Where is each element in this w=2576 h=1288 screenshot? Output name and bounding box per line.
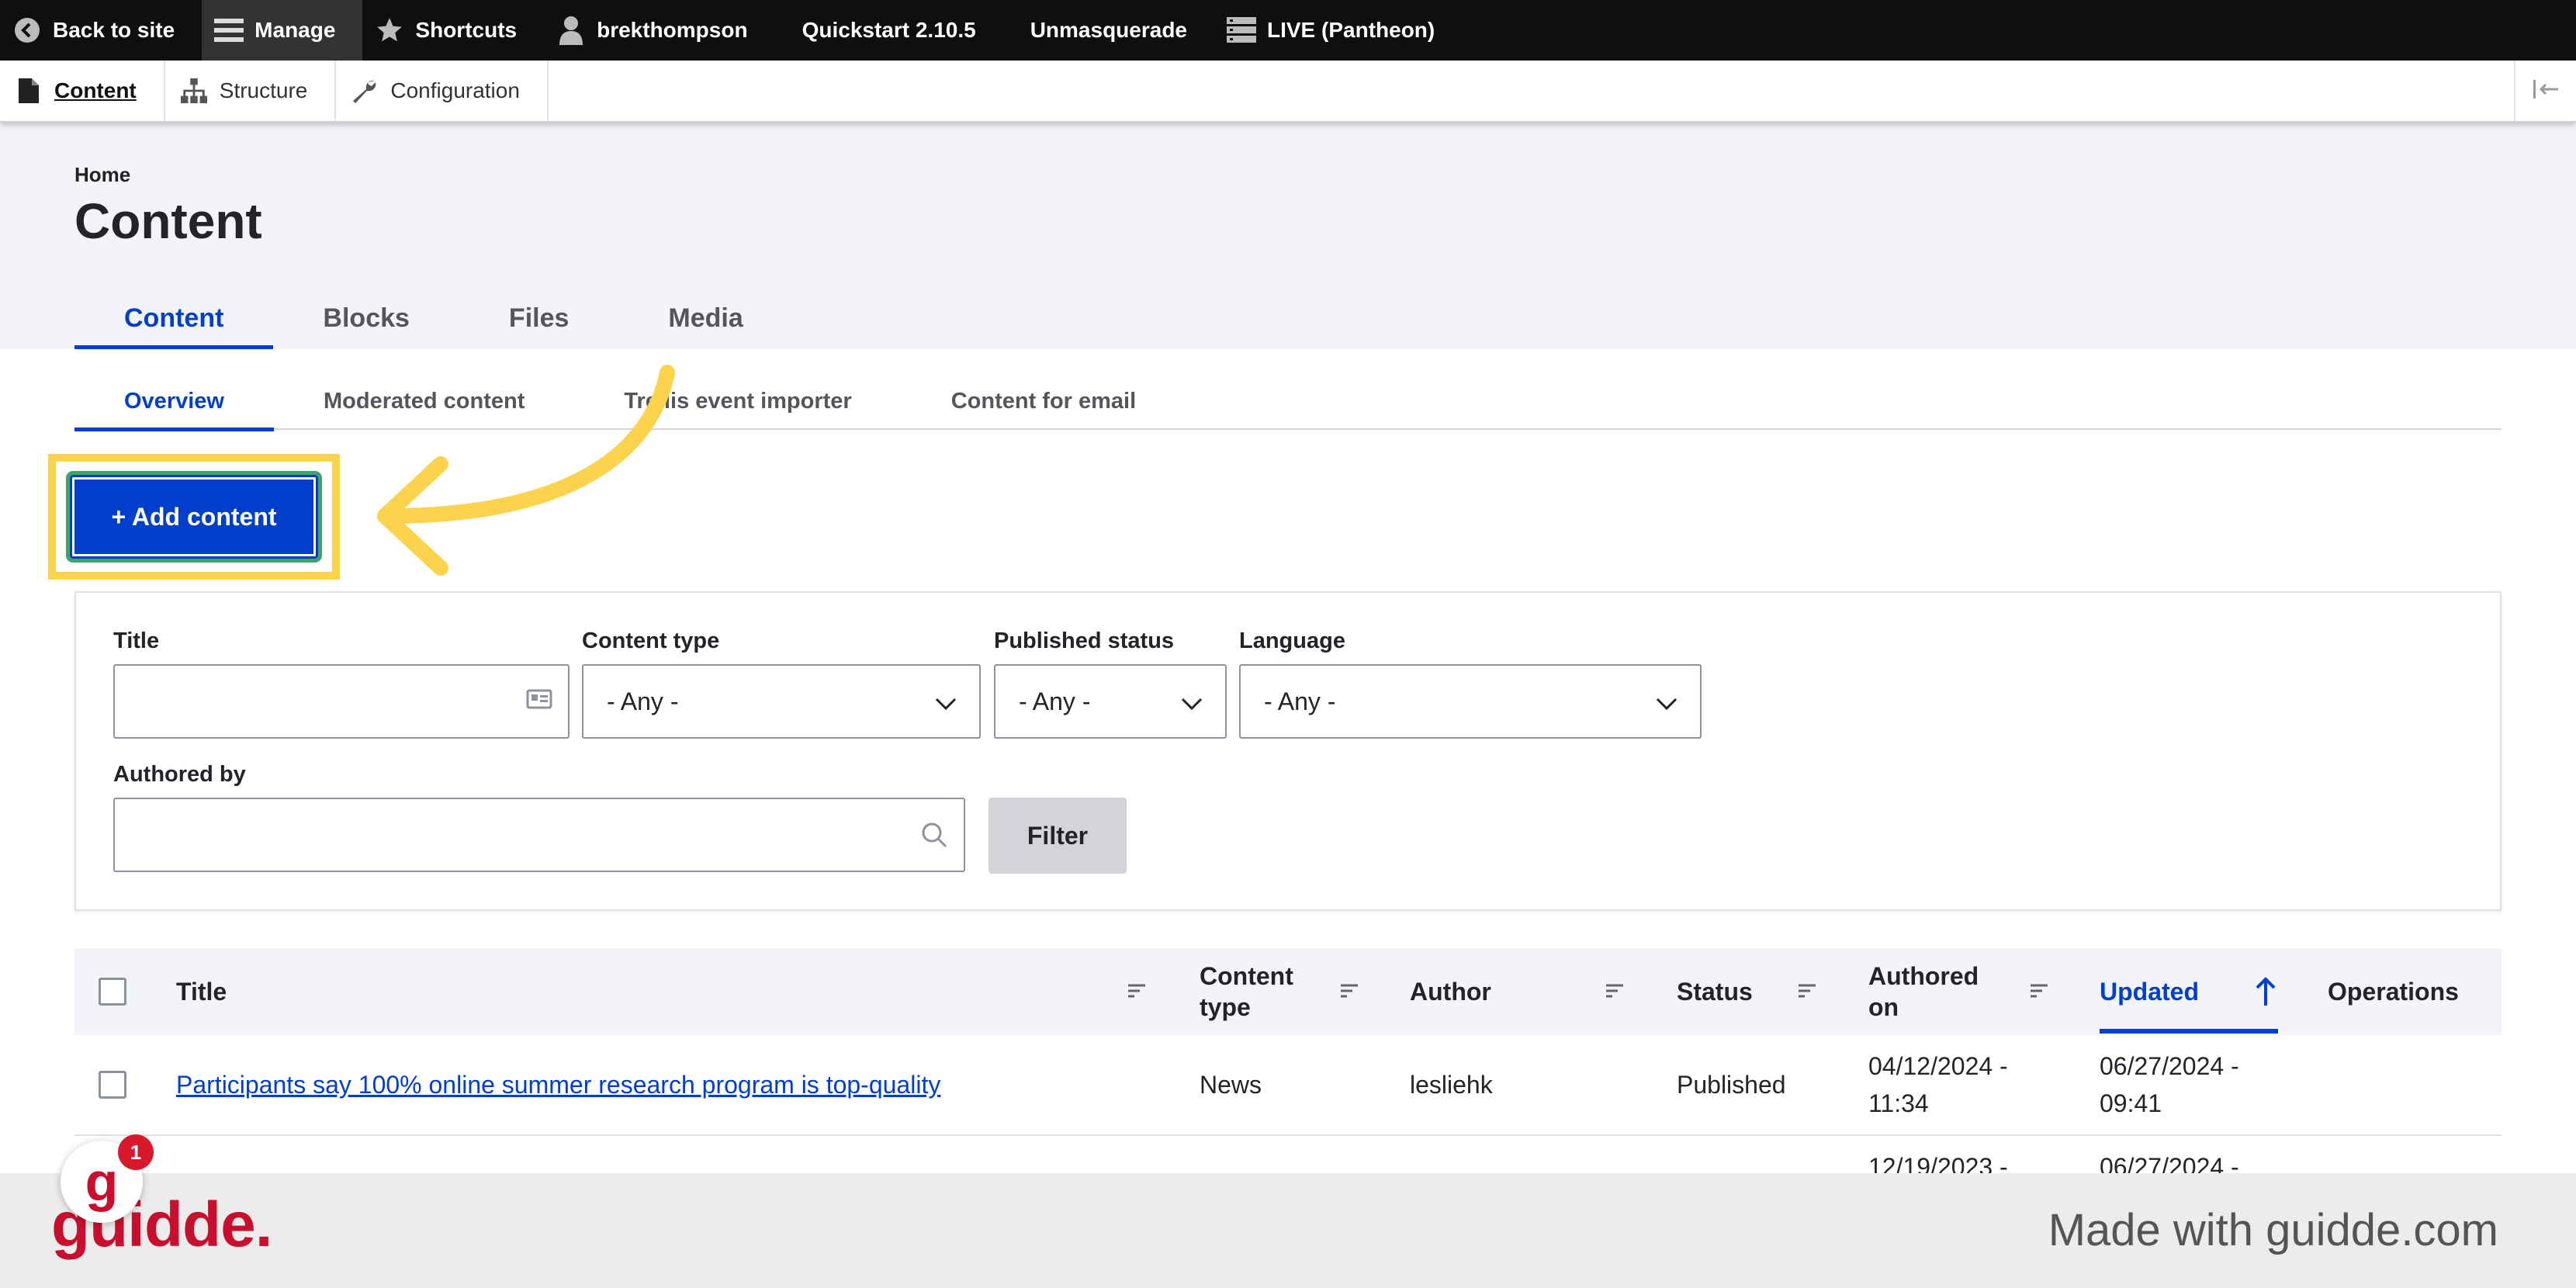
sort-icon[interactable] (1605, 982, 1625, 999)
row-authored-on-cell: 04/12/2024 - 11:34 (1868, 1047, 2008, 1122)
published-status-filter-label: Published status (994, 628, 1175, 653)
row-updated-date: 06/27/2024 - (2100, 1052, 2239, 1080)
tray-item-configuration[interactable]: Configuration (336, 61, 549, 121)
page-title: Content (74, 193, 262, 249)
add-content-button[interactable]: + Add content (66, 471, 322, 563)
authored-by-input[interactable] (113, 798, 965, 872)
user-label: brekthompson (597, 18, 748, 42)
active-sort-indicator (2100, 1029, 2278, 1034)
back-to-site-label: Back to site (53, 18, 175, 42)
tray-structure-label: Structure (219, 78, 308, 102)
quickstart-tab[interactable]: Quickstart 2.10.5 (775, 0, 1003, 61)
admin-toolbar: Back to site Manage Shortcuts brekthomps… (0, 0, 2576, 61)
tab-blocks[interactable]: Blocks (273, 287, 459, 349)
back-to-site-link[interactable]: Back to site (0, 0, 202, 61)
sitemap-icon (180, 78, 207, 104)
quickstart-label: Quickstart 2.10.5 (802, 18, 976, 42)
row-title-cell: Participants say 100% online summer rese… (176, 1066, 940, 1103)
document-icon (16, 78, 42, 104)
content-type-value: - Any - (607, 687, 679, 715)
star-icon (375, 16, 404, 45)
row-updated-time: 09:41 (2100, 1089, 2162, 1117)
column-authored-on-line1: Authored (1868, 962, 1979, 990)
tray-configuration-label: Configuration (390, 78, 520, 102)
collapse-icon (2532, 78, 2560, 104)
tab-files[interactable]: Files (459, 287, 618, 349)
tray-content-label: Content (54, 78, 137, 102)
tray-item-structure[interactable]: Structure (165, 61, 337, 121)
user-icon (556, 16, 586, 45)
title-filter-label: Title (113, 628, 160, 653)
back-arrow-icon (12, 16, 42, 45)
row-authored-time: 11:34 (1868, 1089, 1929, 1117)
content-type-select[interactable]: - Any - (582, 664, 981, 739)
search-icon (920, 821, 948, 855)
guidde-g-icon: g (85, 1151, 119, 1212)
breadcrumb[interactable]: Home (74, 163, 130, 187)
tab-content[interactable]: Content (74, 287, 274, 349)
sort-icon[interactable] (1797, 982, 1817, 999)
server-icon (1227, 16, 1256, 45)
tab-overview[interactable]: Overview (74, 372, 274, 431)
tray-item-content[interactable]: Content (0, 61, 165, 121)
filter-button[interactable]: Filter (989, 798, 1127, 874)
unmasquerade-label: Unmasquerade (1030, 18, 1187, 42)
language-value: - Any - (1264, 687, 1336, 715)
row-content-type-cell: News (1200, 1071, 1262, 1099)
authored-by-filter-label: Authored by (113, 762, 246, 787)
hamburger-icon (214, 16, 244, 45)
chevron-down-icon (1655, 689, 1678, 718)
tab-content-for-email[interactable]: Content for email (902, 372, 1186, 430)
title-filter-input[interactable] (113, 664, 570, 739)
row-authored-date: 04/12/2024 - (1868, 1052, 2008, 1080)
column-content-type-line2: type (1200, 993, 1251, 1021)
column-content-type-header[interactable]: Content type (1200, 961, 1293, 1023)
unmasquerade-link[interactable]: Unmasquerade (1003, 0, 1214, 61)
published-status-value: - Any - (1019, 687, 1091, 715)
manage-tab[interactable]: Manage (202, 0, 363, 61)
column-status-header[interactable]: Status (1677, 976, 1753, 1007)
sort-icon[interactable] (1339, 982, 1359, 999)
language-filter-label: Language (1239, 628, 1345, 653)
select-all-checkbox[interactable] (99, 978, 126, 1006)
sort-icon[interactable] (2029, 982, 2049, 999)
column-author-header[interactable]: Author (1410, 976, 1491, 1007)
notification-badge: 1 (118, 1134, 154, 1170)
row-updated-cell: 06/27/2024 - 09:41 (2100, 1047, 2239, 1122)
pointer-arrow-icon (377, 365, 675, 576)
made-with-text: Made with guidde.com (2048, 1205, 2498, 1255)
environment-label: LIVE (Pantheon) (1267, 18, 1435, 42)
published-status-select[interactable]: - Any - (994, 664, 1227, 739)
sort-ascending-icon[interactable] (2255, 976, 2277, 1007)
wrench-icon (351, 78, 378, 104)
tab-media[interactable]: Media (618, 287, 792, 349)
manage-label: Manage (254, 18, 336, 42)
row-status-cell: Published (1677, 1071, 1786, 1099)
contact-card-icon (526, 687, 552, 717)
row-title-link[interactable]: Participants say 100% online summer rese… (176, 1071, 940, 1099)
column-content-type-line1: Content (1200, 962, 1293, 990)
column-title-header[interactable]: Title (176, 976, 227, 1007)
primary-tabs: Content Blocks Files Media (74, 287, 793, 349)
shortcuts-tab[interactable]: Shortcuts (362, 0, 544, 61)
content-type-filter-label: Content type (582, 628, 720, 653)
admin-tray: Content Structure Configuration (0, 61, 2576, 123)
environment-tab[interactable]: LIVE (Pantheon) (1214, 0, 1462, 61)
column-authored-on-line2: on (1868, 993, 1899, 1021)
shortcuts-label: Shortcuts (415, 18, 518, 42)
row-select-checkbox[interactable] (99, 1071, 126, 1099)
collapse-tray-button[interactable] (2514, 61, 2576, 121)
sort-icon[interactable] (1127, 982, 1147, 999)
row-author-cell[interactable]: lesliehk (1410, 1066, 1493, 1103)
chevron-down-icon (934, 689, 957, 718)
chevron-down-icon (1180, 689, 1203, 718)
column-operations-header: Operations (2328, 978, 2459, 1006)
language-select[interactable]: - Any - (1239, 664, 1702, 739)
user-tab[interactable]: brekthompson (544, 0, 774, 61)
column-updated-header[interactable]: Updated (2100, 976, 2199, 1007)
column-authored-on-header[interactable]: Authored on (1868, 961, 1979, 1023)
